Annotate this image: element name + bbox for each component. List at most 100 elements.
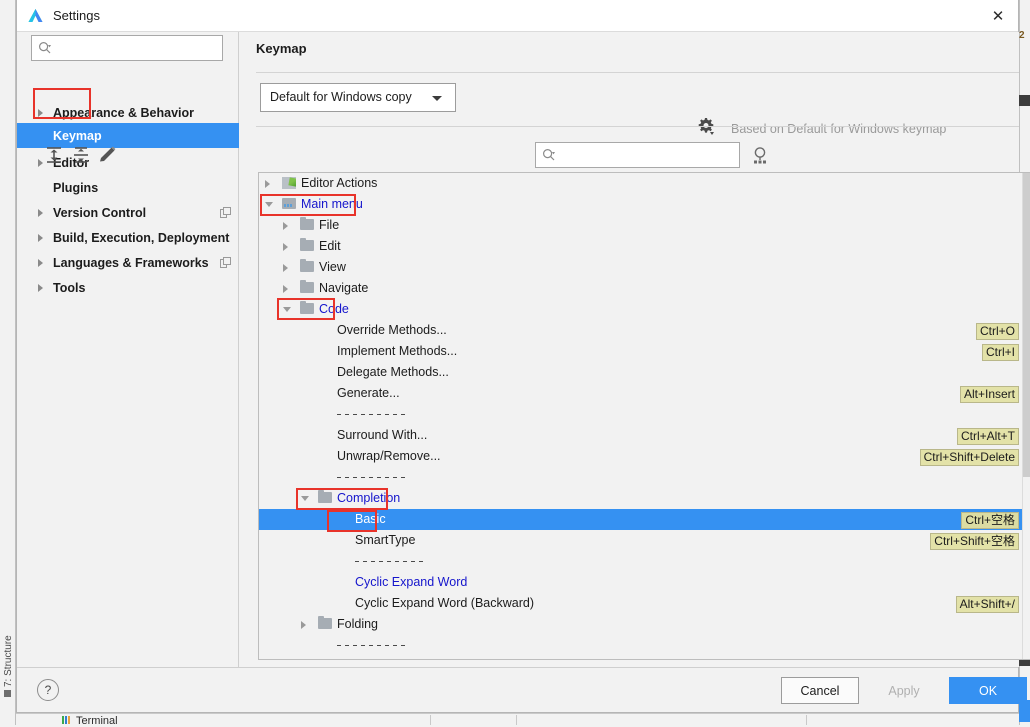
sidebar-item-version-control[interactable]: Version Control (17, 200, 239, 225)
chevron-down-icon[interactable] (301, 496, 309, 501)
chevron-right-icon[interactable] (283, 243, 288, 251)
tree-row-label: Basic (355, 512, 386, 526)
sidebar-item-plugins[interactable]: Plugins (17, 175, 239, 200)
ide-left-marker-icon (4, 690, 11, 697)
chevron-right-icon (38, 284, 43, 292)
tree-row-label: Navigate (319, 281, 369, 295)
tree-scrollbar-thumb[interactable] (1023, 173, 1030, 477)
folder-icon (300, 217, 314, 231)
chevron-down-icon[interactable] (283, 307, 291, 312)
chevron-down-icon[interactable] (265, 202, 273, 207)
dialog-title: Settings (53, 8, 100, 23)
tree-row[interactable]: Surround With... Ctrl+Alt+T (259, 425, 1030, 446)
tree-row[interactable]: Basic Ctrl+空格 (259, 509, 1030, 530)
tree-scrollbar-track[interactable] (1022, 173, 1030, 659)
cancel-button[interactable]: Cancel (781, 677, 859, 704)
settings-search-input[interactable] (56, 39, 216, 57)
shortcut-badge: Ctrl+Alt+T (956, 428, 1019, 445)
chevron-right-icon[interactable] (283, 222, 288, 230)
page-title: Keymap (256, 41, 307, 56)
tree-row-label: Generate... (337, 386, 400, 400)
ide-right-toolwindow-label[interactable]: 2 (1019, 30, 1025, 41)
tree-row[interactable]: Completion (259, 488, 1030, 509)
tree-row[interactable]: Code (259, 299, 1030, 320)
editor-actions-icon (282, 177, 296, 189)
collapse-all-icon[interactable] (70, 144, 92, 166)
copy-settings-icon (220, 207, 231, 218)
tree-separator (337, 645, 405, 646)
tree-row[interactable]: Cyclic Expand Word (259, 572, 1030, 593)
ide-bottom-toolwindow-bar (16, 713, 1030, 725)
chevron-right-icon[interactable] (301, 621, 306, 629)
tree-row[interactable]: Delegate Methods... (259, 362, 1030, 383)
sidebar-item-appearance-behavior[interactable]: Appearance & Behavior (17, 100, 239, 125)
sidebar-item-tools[interactable]: Tools (17, 275, 239, 300)
tree-row[interactable] (259, 551, 1030, 572)
tree-row[interactable]: Main menu (259, 194, 1030, 215)
keymap-select[interactable]: Default for Windows copy (260, 83, 456, 112)
tree-row[interactable]: SmartType Ctrl+Shift+空格 (259, 530, 1030, 551)
shortcut-badge: Ctrl+Shift+空格 (930, 533, 1019, 550)
settings-sidebar: Appearance & Behavior Keymap Editor Plug… (17, 32, 239, 667)
keymap-search-input[interactable] (560, 146, 732, 164)
sidebar-item-label: Plugins (53, 180, 99, 195)
tree-row-label: SmartType (355, 533, 416, 547)
tree-row[interactable]: Editor Actions (259, 173, 1030, 194)
search-icon (38, 41, 52, 55)
keymap-based-on-label: Based on Default for Windows keymap (731, 122, 947, 136)
shortcut-badge: Ctrl+O (975, 323, 1019, 340)
tree-row-label: View (319, 260, 346, 274)
tree-separator (355, 561, 423, 562)
chevron-right-icon (38, 109, 43, 117)
chevron-right-icon[interactable] (283, 285, 288, 293)
ok-button[interactable]: OK (949, 677, 1027, 704)
sidebar-item-languages-frameworks[interactable]: Languages & Frameworks (17, 250, 239, 275)
tree-row[interactable]: Implement Methods... Ctrl+I (259, 341, 1030, 362)
tree-row-label: Folding (337, 617, 378, 631)
settings-search-box[interactable] (31, 35, 223, 61)
divider (256, 126, 1019, 127)
chevron-right-icon (38, 259, 43, 267)
terminal-tool-label[interactable]: Terminal (76, 715, 118, 727)
folder-icon (300, 301, 314, 315)
ide-right-scroll-marker (1019, 95, 1030, 106)
tree-row[interactable] (259, 467, 1030, 488)
shortcut-badge: Ctrl+空格 (961, 512, 1019, 529)
tree-row-label: File (319, 218, 340, 232)
chevron-right-icon[interactable] (265, 180, 270, 188)
keymap-actions-tree[interactable]: Editor Actions Main menu File Edit View Navig… (258, 172, 1030, 660)
structure-tool-window-label[interactable]: 7: Structure (3, 623, 17, 687)
tree-row[interactable]: Override Methods... Ctrl+O (259, 320, 1030, 341)
tree-separator (337, 414, 405, 415)
expand-all-icon[interactable] (43, 144, 65, 166)
close-icon[interactable]: ✕ (985, 4, 1011, 28)
find-by-shortcut-icon[interactable] (750, 145, 770, 165)
tree-row[interactable]: File (259, 215, 1030, 236)
tree-row[interactable]: Generate... Alt+Insert (259, 383, 1030, 404)
tree-row[interactable]: Folding (259, 614, 1030, 635)
folder-icon (300, 280, 314, 294)
folder-icon (300, 238, 314, 252)
tree-row[interactable]: Cyclic Expand Word (Backward) Alt+Shift+/ (259, 593, 1030, 614)
help-button[interactable]: ? (37, 679, 59, 701)
tree-row-label: Override Methods... (337, 323, 447, 337)
tree-row[interactable]: Edit (259, 236, 1030, 257)
tree-row[interactable] (259, 635, 1030, 656)
ide-bottom-tab-divider (806, 715, 807, 725)
tree-row[interactable]: View (259, 257, 1030, 278)
tree-row[interactable]: Unwrap/Remove... Ctrl+Shift+Delete (259, 446, 1030, 467)
search-icon (542, 148, 556, 162)
tree-row[interactable]: Navigate (259, 278, 1030, 299)
chevron-right-icon (38, 234, 43, 242)
sidebar-item-build-execution-deployment[interactable]: Build, Execution, Deployment (17, 225, 239, 250)
ide-bottom-tab-divider (430, 715, 431, 725)
settings-dialog: Settings ✕ Appearance & Behavior Keymap (16, 0, 1030, 713)
chevron-right-icon[interactable] (283, 264, 288, 272)
tree-row-label: Unwrap/Remove... (337, 449, 441, 463)
tree-row[interactable] (259, 404, 1030, 425)
divider (256, 72, 1019, 73)
tree-row-label: Completion (337, 491, 401, 505)
keymap-search-box[interactable] (535, 142, 740, 168)
menubar-icon (282, 198, 296, 210)
pencil-edit-icon[interactable] (96, 144, 118, 166)
